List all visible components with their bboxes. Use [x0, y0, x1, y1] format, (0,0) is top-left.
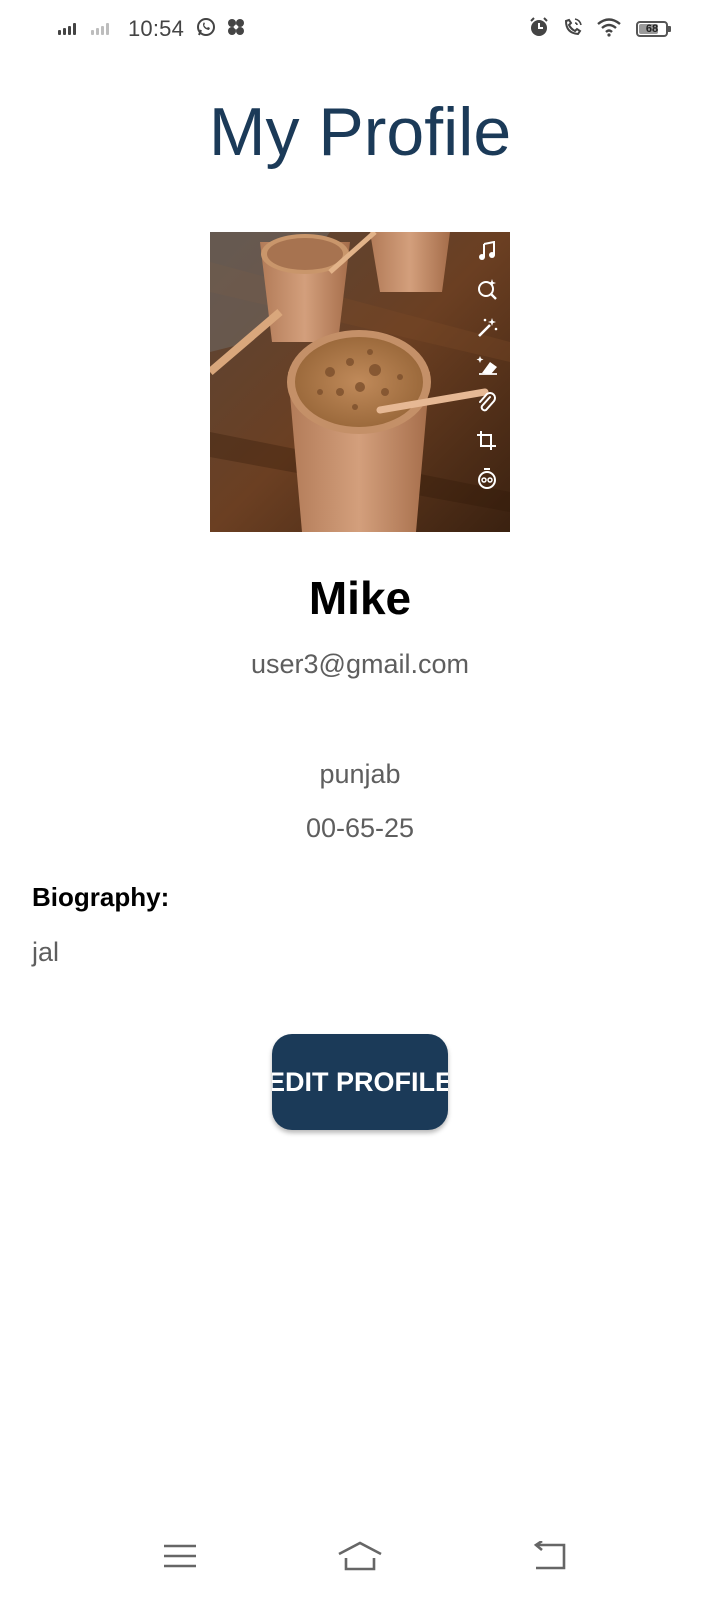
- user-name: Mike: [308, 572, 412, 624]
- paperclip-icon[interactable]: [474, 390, 500, 416]
- navigation-bar: [0, 1528, 720, 1588]
- battery-level: 68: [645, 23, 659, 35]
- magic-wand-icon[interactable]: [474, 314, 500, 340]
- user-email: user3@gmail.com: [251, 649, 469, 679]
- pinwheel-icon: [226, 17, 246, 42]
- search-sparkle-icon[interactable]: [474, 276, 500, 302]
- alarm-icon: [528, 16, 550, 43]
- battery-icon: 68: [636, 21, 671, 37]
- wifi-calling-icon: [562, 16, 584, 43]
- back-icon[interactable]: [525, 1536, 573, 1576]
- whatsapp-icon: [196, 17, 216, 42]
- profile-photo[interactable]: [210, 232, 510, 532]
- wifi-icon: [596, 17, 622, 42]
- signal-2-icon: [91, 23, 111, 35]
- crop-icon[interactable]: [474, 428, 500, 454]
- biography-label: Biography:: [32, 882, 170, 912]
- status-time: 10:54: [128, 16, 185, 41]
- biography-text: jal: [32, 937, 60, 967]
- user-location: punjab: [319, 759, 401, 789]
- status-bar-left: 10:54: [58, 14, 256, 44]
- page-title: My Profile: [208, 94, 512, 170]
- signal-icon: [58, 23, 78, 35]
- home-icon[interactable]: [336, 1536, 384, 1576]
- menu-icon[interactable]: [156, 1536, 204, 1576]
- status-bar-right: 68: [516, 16, 671, 43]
- photo-tools: [474, 238, 500, 504]
- user-dob: 00-65-25: [305, 813, 415, 843]
- eraser-icon[interactable]: [474, 352, 500, 378]
- profile-photo-image: [210, 232, 510, 532]
- edit-profile-button[interactable]: EDIT PROFILE: [272, 1034, 448, 1130]
- music-note-icon[interactable]: [474, 238, 500, 264]
- status-bar: 10:54 68: [0, 0, 720, 58]
- profile-screen: 10:54 68 My Profile Mike user3@gmail.com…: [0, 0, 720, 1600]
- timer-icon[interactable]: [474, 466, 500, 492]
